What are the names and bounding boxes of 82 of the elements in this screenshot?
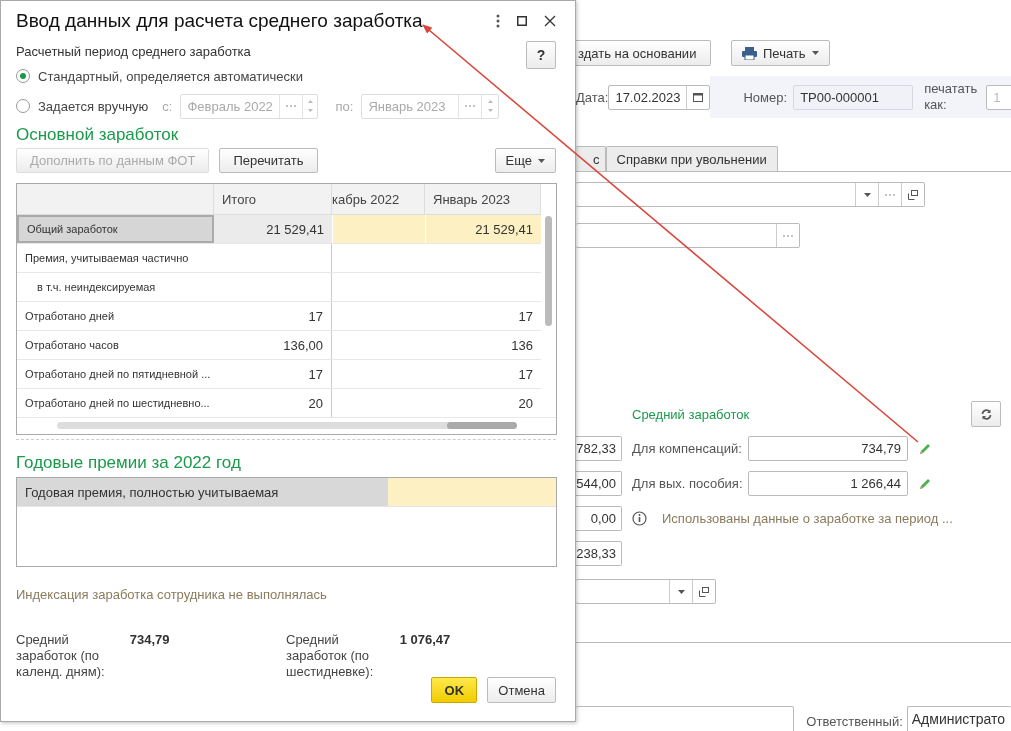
more-icon[interactable] <box>496 14 500 28</box>
printer-icon <box>742 46 757 60</box>
table-cell-text: Премия, учитываемая частично <box>24 251 190 266</box>
close-icon[interactable] <box>544 15 556 27</box>
caret-icon <box>538 158 545 163</box>
number-field[interactable]: ТР00-000001 <box>793 84 914 110</box>
indexation-note: Индексация заработка сотрудника не выполнялась <box>16 587 328 602</box>
section-title: Средний заработок <box>632 406 750 422</box>
radio-button[interactable] <box>16 99 30 113</box>
table-cell-text: в т.ч. неиндексируемая <box>36 280 157 295</box>
tab[interactable]: Справки при увольнении <box>605 146 778 171</box>
table-cell-text: Отработано часов <box>24 338 120 353</box>
table-cell-text: Отработано дней по шестидневно... <box>24 396 211 411</box>
table-cell: 17 <box>214 302 332 330</box>
print-as-label: печатать как: <box>924 81 979 113</box>
number-label: Номер: <box>743 89 788 105</box>
open-window-icon <box>699 586 709 597</box>
radio-label[interactable]: Стандартный, определяется автоматически <box>38 68 303 84</box>
calendar-icon <box>693 92 704 102</box>
ok-button[interactable]: OK <box>431 677 478 703</box>
from-label: с: <box>162 98 173 114</box>
radio-label[interactable]: Задается вручную <box>38 98 149 114</box>
spinner-icon <box>308 100 314 112</box>
column-header[interactable]: Итого <box>214 184 332 214</box>
caret-icon <box>677 589 685 594</box>
table-cell-text: 136 <box>510 336 534 355</box>
section-title: Основной заработок <box>16 125 180 145</box>
table-cell: Общий заработок <box>17 215 214 243</box>
refresh-button[interactable] <box>971 401 1001 427</box>
maximize-icon[interactable] <box>517 16 527 26</box>
table-cell: 136,00 <box>214 331 332 359</box>
select-field[interactable] <box>576 579 716 604</box>
table-cell-text: 17 <box>517 307 534 326</box>
table-cell: 17 <box>214 360 332 388</box>
create-based-on-button[interactable]: здать на основании <box>576 40 711 66</box>
amount-field[interactable]: 238,33 <box>576 541 622 566</box>
table-cell-text: Отработано дней <box>24 309 116 324</box>
period-label: Расчетный период среднего заработка <box>16 44 251 59</box>
date-field[interactable]: 17.02.2023 <box>608 84 711 110</box>
pencil-icon[interactable] <box>918 441 932 456</box>
summary-label: Средний заработок (по календ. дням): <box>16 632 106 680</box>
info-icon[interactable] <box>632 511 647 526</box>
spinner-icon <box>487 100 493 112</box>
info-text[interactable]: Использованы данные о заработке за период ... <box>662 511 953 526</box>
table-cell-text: 20 <box>517 394 534 413</box>
amount-field[interactable]: 0,00 <box>576 506 622 531</box>
table-cell-text: 17 <box>517 365 534 384</box>
ellipsis-icon <box>783 234 793 237</box>
refresh-icon <box>980 408 992 420</box>
open-window-icon <box>908 189 918 200</box>
summary-label: Средний заработок (по шестидневке): <box>286 632 375 680</box>
print-button[interactable]: Печать <box>731 40 830 66</box>
ellipsis-icon <box>885 193 895 196</box>
table-cell: 21 529,41 <box>214 215 332 243</box>
action-button[interactable]: Перечитать <box>219 148 318 173</box>
table-cell-text: Отработано дней по пятидневной ... <box>24 367 212 382</box>
help-button[interactable]: ? <box>526 41 556 69</box>
section-title: Годовые премии за 2022 год <box>16 453 242 473</box>
more-button[interactable]: Еще <box>494 148 556 173</box>
cancel-button[interactable]: Отмена <box>487 677 556 703</box>
radio-button[interactable] <box>16 69 30 83</box>
caret-icon <box>811 51 819 55</box>
dialog-title: Ввод данных для расчета среднего заработка <box>16 10 423 32</box>
tab[interactable]: с <box>576 146 606 171</box>
column-header[interactable]: кабрь 2022 <box>332 184 425 214</box>
summary-value: 734,79 <box>128 632 171 649</box>
responsible-field[interactable]: Администрато <box>906 706 1011 731</box>
amount-field[interactable]: 1 266,44 <box>748 471 908 496</box>
pencil-icon[interactable] <box>918 476 932 491</box>
table-cell: 21 529,41 <box>425 215 541 243</box>
to-label: по: <box>335 98 354 114</box>
table-cell: 20 <box>214 389 332 417</box>
amount-field[interactable]: 782,33 <box>576 436 622 461</box>
select-field[interactable] <box>576 223 800 248</box>
amount-field[interactable]: 734,79 <box>748 436 908 461</box>
amount-field[interactable]: 544,00 <box>576 471 622 496</box>
caret-icon <box>863 192 871 197</box>
summary-value: 1 076,47 <box>398 632 452 649</box>
responsible-label: Ответственный: <box>806 714 903 729</box>
select-field[interactable] <box>576 182 925 207</box>
table-row[interactable]: Общий заработок 21 529,41 21 529,41 <box>17 215 556 244</box>
date-label: Дата: <box>576 89 609 105</box>
